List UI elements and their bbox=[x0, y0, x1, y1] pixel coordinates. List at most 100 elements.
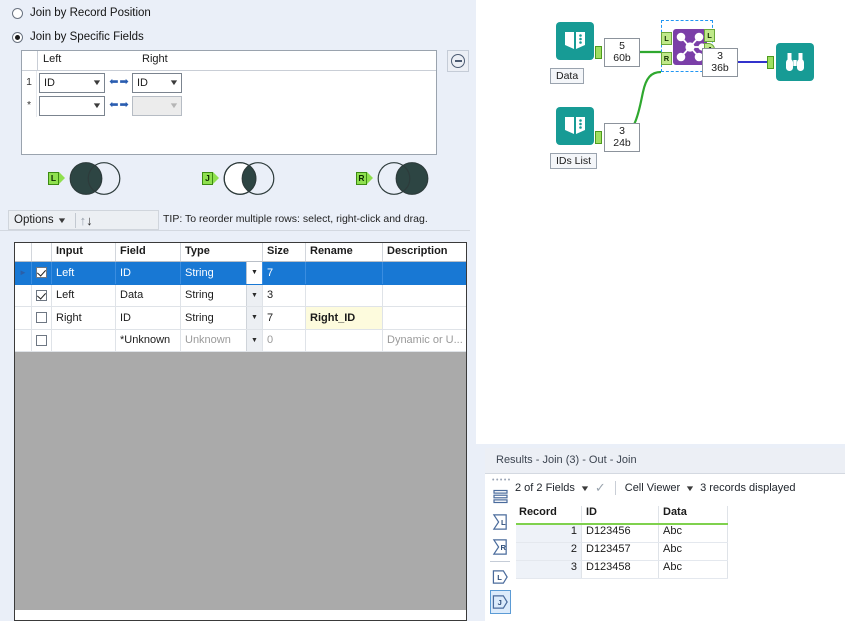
join-output-count-size: 36b bbox=[711, 61, 729, 74]
jf-header-left: Left bbox=[43, 53, 62, 65]
venn-join-output[interactable]: J bbox=[202, 162, 275, 195]
field-include-checkbox[interactable] bbox=[36, 312, 47, 324]
toolbar-divider bbox=[614, 481, 616, 495]
cell-size[interactable]: 3 bbox=[263, 284, 306, 306]
cell-field: *Unknown bbox=[116, 329, 181, 351]
cell-input bbox=[52, 329, 116, 351]
table-row[interactable]: 3 D123458 Abc bbox=[516, 561, 728, 579]
cell-description[interactable] bbox=[383, 285, 466, 307]
ids-output-anchor[interactable] bbox=[595, 131, 602, 144]
checkmark-icon[interactable]: ✓ bbox=[595, 480, 606, 496]
join-right-field-select[interactable]: ID ▼ bbox=[132, 72, 182, 93]
data-record-count-records: 5 bbox=[619, 40, 625, 52]
row-checkbox-cell[interactable] bbox=[32, 307, 52, 329]
results-data-grid: Record ID Data 1 D123456 Abc 2 D123457 A… bbox=[516, 506, 728, 579]
results-cell-data: Abc bbox=[659, 561, 728, 578]
cell-rename[interactable] bbox=[306, 284, 383, 306]
row-checkbox-cell[interactable] bbox=[32, 329, 52, 351]
header-rename: Rename bbox=[306, 243, 383, 261]
cell-description[interactable] bbox=[383, 307, 466, 329]
cell-size[interactable]: 7 bbox=[263, 307, 306, 329]
venn-left-output[interactable]: L bbox=[48, 162, 121, 195]
toolbar-underline bbox=[0, 230, 470, 231]
binoculars-icon bbox=[776, 43, 814, 81]
left-output-button[interactable]: L bbox=[490, 565, 511, 588]
table-row[interactable]: Left Data String ▼ 3 bbox=[15, 284, 466, 307]
input-data-icon bbox=[556, 22, 594, 60]
cell-size[interactable]: 7 bbox=[263, 262, 306, 284]
arrow-left-icon[interactable]: ⬅ bbox=[109, 100, 118, 111]
cell-input: Left bbox=[52, 262, 116, 284]
row-checkbox-cell[interactable] bbox=[32, 262, 52, 284]
field-include-checkbox[interactable] bbox=[36, 267, 47, 279]
fields-selector-label[interactable]: 2 of 2 Fields bbox=[515, 482, 575, 494]
browse-input-anchor[interactable] bbox=[767, 56, 774, 69]
radio-join-by-specific-fields[interactable]: Join by Specific Fields bbox=[12, 31, 144, 43]
table-row[interactable]: ► Left ID String ▼ 7 bbox=[15, 262, 466, 285]
results-panel: Results - Join (3) - Out - Join ••••• L … bbox=[485, 448, 845, 621]
jf-header-num bbox=[22, 51, 38, 70]
sidebar-grip-icon[interactable]: ••••• bbox=[492, 477, 512, 484]
remove-join-field-button[interactable] bbox=[447, 50, 469, 72]
cell-rename[interactable] bbox=[306, 329, 383, 351]
table-row[interactable]: 2 D123457 Abc bbox=[516, 543, 728, 561]
chevron-down-icon[interactable]: ▼ bbox=[246, 262, 262, 284]
cell-field: Data bbox=[116, 284, 181, 306]
cell-type[interactable]: String ▼ bbox=[181, 284, 263, 306]
chevron-down-icon[interactable]: ▼ bbox=[246, 329, 262, 351]
cell-rename[interactable] bbox=[306, 262, 383, 284]
field-include-checkbox[interactable] bbox=[36, 334, 47, 346]
records-displayed-label: 3 records displayed bbox=[700, 482, 796, 494]
row-marker bbox=[15, 284, 32, 306]
cell-type-value: String bbox=[185, 266, 214, 279]
chevron-down-icon[interactable]: ▼ bbox=[246, 307, 262, 329]
join-left-field-select-new[interactable]: ▼ bbox=[39, 95, 105, 116]
join-input-anchor-r[interactable]: R bbox=[661, 52, 672, 65]
venn-right-output[interactable]: R bbox=[356, 162, 429, 195]
chevron-down-icon[interactable]: ▼ bbox=[685, 484, 696, 493]
cell-description[interactable]: Dynamic or U... bbox=[383, 330, 466, 352]
all-records-button[interactable] bbox=[490, 485, 511, 508]
results-tab-header[interactable]: Results - Join (3) - Out - Join bbox=[485, 448, 845, 474]
sidebar-divider bbox=[490, 561, 510, 562]
cell-rename[interactable]: Right_ID bbox=[306, 307, 383, 329]
radio-join-by-record-position[interactable]: Join by Record Position bbox=[12, 7, 151, 19]
options-button[interactable]: Options ▼ bbox=[9, 211, 71, 229]
arrow-right-icon[interactable]: ➡ bbox=[120, 77, 129, 88]
arrow-right-icon[interactable]: ➡ bbox=[120, 100, 129, 111]
node-browse-tool[interactable] bbox=[776, 43, 814, 81]
cell-description[interactable] bbox=[383, 262, 466, 284]
join-left-field-select[interactable]: ID ▼ bbox=[39, 72, 105, 93]
join-output-count: 3 36b bbox=[702, 48, 738, 77]
join-input-anchor-l[interactable]: L bbox=[661, 32, 672, 45]
row-checkbox-cell[interactable] bbox=[32, 284, 52, 306]
join-field-row-new: * ▼ ⬅ ➡ ▼ bbox=[22, 94, 436, 117]
node-input-ids-list-label: IDs List bbox=[550, 153, 598, 169]
anchor-tag-r: R bbox=[356, 172, 373, 185]
jf-reorder-arrows[interactable]: ⬅ ➡ bbox=[106, 77, 132, 88]
right-summary-button[interactable]: R bbox=[490, 535, 511, 558]
results-cell-data: Abc bbox=[659, 543, 728, 560]
node-input-data[interactable] bbox=[556, 22, 594, 60]
join-output-anchor-l[interactable]: L bbox=[704, 29, 715, 42]
workflow-canvas[interactable]: 5 60b Data 3 24b IDs List L R L 3 36b bbox=[470, 0, 845, 444]
cell-viewer-label[interactable]: Cell Viewer bbox=[625, 482, 680, 494]
cell-type[interactable]: String ▼ bbox=[181, 262, 263, 284]
data-output-anchor[interactable] bbox=[595, 46, 602, 59]
node-input-ids-list[interactable] bbox=[556, 107, 594, 145]
chevron-down-icon[interactable]: ▼ bbox=[246, 284, 262, 306]
jf-reorder-arrows-new[interactable]: ⬅ ➡ bbox=[106, 100, 132, 111]
join-output-button[interactable]: J bbox=[490, 590, 511, 614]
chevron-down-icon[interactable]: ▼ bbox=[580, 484, 591, 493]
cell-size[interactable]: 0 bbox=[263, 329, 306, 351]
anchor-tag-r-label: R bbox=[358, 173, 365, 183]
left-summary-button[interactable]: L bbox=[490, 510, 511, 533]
arrow-left-icon[interactable]: ⬅ bbox=[109, 77, 118, 88]
cell-type[interactable]: String ▼ bbox=[181, 307, 263, 329]
field-include-checkbox[interactable] bbox=[36, 289, 47, 301]
table-row[interactable]: *Unknown Unknown ▼ 0 Dynamic or U... bbox=[15, 329, 466, 352]
move-down-button[interactable]: ↓ bbox=[86, 214, 93, 227]
table-row[interactable]: Right ID String ▼ 7 Right_ID bbox=[15, 307, 466, 330]
table-row[interactable]: 1 D123456 Abc bbox=[516, 525, 728, 543]
cell-type[interactable]: Unknown ▼ bbox=[181, 329, 263, 351]
